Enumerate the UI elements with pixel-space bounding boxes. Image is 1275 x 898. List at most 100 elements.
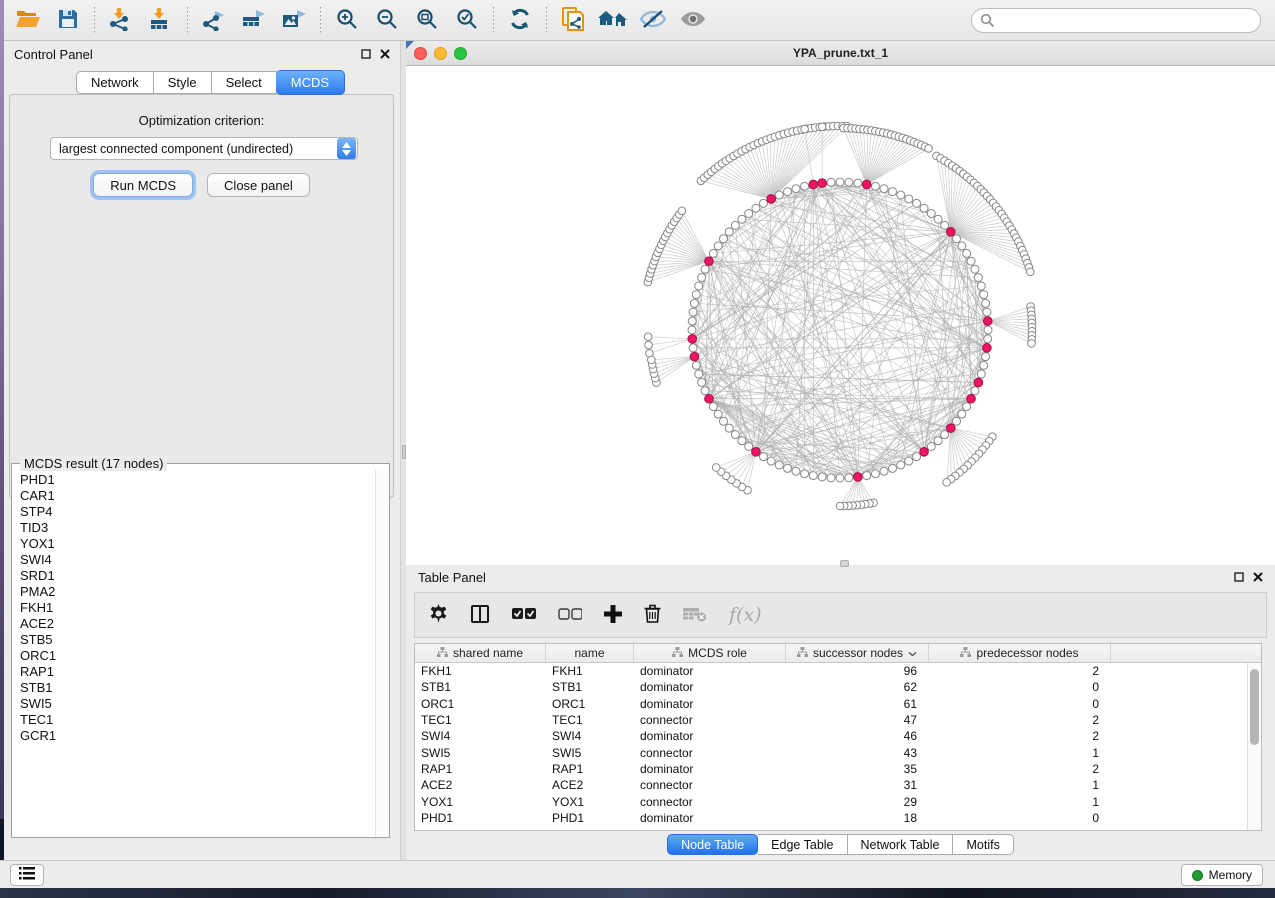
cell-MCDS-role: dominator [634,697,786,711]
mcds-result-list[interactable]: PHD1CAR1STP4TID3YOX1SWI4SRD1PMA2FKH1ACE2… [13,470,375,836]
table-row[interactable]: SWI5SWI5connector431 [415,744,1261,760]
mcds-list-scrollbar[interactable] [375,470,388,836]
float-panel-icon[interactable] [361,47,371,62]
column-header-name[interactable]: name [546,644,634,662]
mcds-result-item[interactable]: STP4 [20,504,375,520]
clone-network-button[interactable] [553,3,593,37]
node-table: shared namenameMCDS rolesuccessor nodesp… [414,643,1262,831]
tab-style[interactable]: Style [154,71,212,94]
add-column-button[interactable] [604,605,622,626]
mcds-result-item[interactable]: ACE2 [20,616,375,632]
column-header-MCDS-role[interactable]: MCDS role [634,644,786,662]
tab-motifs[interactable]: Motifs [953,834,1013,855]
unselect-all-columns-button[interactable] [558,607,582,624]
export-network-icon [201,7,227,34]
mcds-result-item[interactable]: SWI5 [20,696,375,712]
vertical-splitter-handle[interactable] [402,445,406,459]
cell-name: SWI5 [546,746,634,760]
cell-successor-nodes: 62 [786,680,929,694]
export-table-button[interactable] [234,3,274,37]
mcds-result-item[interactable]: TID3 [20,520,375,536]
zoom-selected-button[interactable] [447,3,487,37]
memory-button[interactable]: Memory [1181,864,1263,886]
criterion-select[interactable]: largest connected component (undirected) [50,137,358,160]
select-stepper-icon [337,138,356,159]
horizontal-splitter-handle[interactable] [840,560,849,567]
clone-network-icon [560,6,586,35]
refresh-view-button[interactable] [500,3,540,37]
column-header-successor-nodes[interactable]: successor nodes [786,644,929,662]
show-columns-button[interactable] [470,604,490,627]
mcds-result-item[interactable]: SWI4 [20,552,375,568]
column-header-predecessor-nodes[interactable]: predecessor nodes [929,644,1111,662]
hide-selected-button[interactable] [633,3,673,37]
mcds-result-item[interactable]: PMA2 [20,584,375,600]
cell-predecessor-nodes: 1 [929,746,1111,760]
column-header-shared-name[interactable]: shared name [415,644,546,662]
first-neighbors-button[interactable] [593,3,633,37]
table-row[interactable]: PHD1PHD1dominator180 [415,810,1261,826]
tab-mcds[interactable]: MCDS [276,70,345,95]
mcds-result-item[interactable]: STB1 [20,680,375,696]
mcds-result-item[interactable]: STB5 [20,632,375,648]
mcds-result-item[interactable]: GCR1 [20,728,375,744]
cell-name: RAP1 [546,762,634,776]
toolbar-separator [546,7,547,33]
table-settings-button[interactable] [429,604,448,626]
table-panel: Table Panel f(x) shared namenameMCDS rol… [406,565,1275,860]
tab-network-table[interactable]: Network Table [848,834,954,855]
delete-column-button[interactable] [644,604,661,626]
zoom-in-button[interactable] [327,3,367,37]
table-row[interactable]: FKH1FKH1dominator962 [415,663,1261,679]
select-all-columns-button[interactable] [512,607,536,624]
network-canvas[interactable] [406,66,1275,565]
table-row[interactable]: ORC1ORC1dominator610 [415,696,1261,712]
zoom-out-button[interactable] [367,3,407,37]
mcds-result-item[interactable]: FKH1 [20,600,375,616]
table-row[interactable]: STB1STB1dominator620 [415,679,1261,695]
export-image-button[interactable] [274,3,314,37]
mcds-result-item[interactable]: RAP1 [20,664,375,680]
attribute-tree-icon [437,646,448,660]
mcds-result-item[interactable]: PHD1 [20,472,375,488]
search-input[interactable] [971,8,1261,33]
cell-predecessor-nodes: 1 [929,778,1111,792]
close-panel-button[interactable]: Close panel [207,173,310,197]
export-image-icon [281,7,308,34]
table-row[interactable]: YOX1YOX1connector291 [415,793,1261,809]
tab-edge-table[interactable]: Edge Table [758,834,847,855]
import-network-button[interactable] [101,3,141,37]
table-row[interactable]: SWI4SWI4dominator462 [415,728,1261,744]
close-panel-icon[interactable] [380,47,390,62]
tab-node-table[interactable]: Node Table [667,834,758,855]
table-scrollbar[interactable] [1247,663,1261,830]
mcds-result-item[interactable]: YOX1 [20,536,375,552]
table-scrollbar-thumb[interactable] [1250,669,1259,745]
mcds-result-item[interactable]: SRD1 [20,568,375,584]
cell-name: SWI4 [546,729,634,743]
sort-desc-icon [908,646,917,660]
cell-predecessor-nodes: 1 [929,795,1111,809]
cell-predecessor-nodes: 0 [929,811,1111,825]
save-session-button[interactable] [48,3,88,37]
show-all-button[interactable] [673,3,713,37]
toolbar-separator [94,7,95,33]
mcds-result-item[interactable]: TEC1 [20,712,375,728]
close-table-panel-icon[interactable] [1253,570,1263,585]
task-history-button[interactable] [10,864,44,886]
float-table-panel-icon[interactable] [1234,570,1244,585]
mcds-result-item[interactable]: CAR1 [20,488,375,504]
mcds-result-title: MCDS result (17 nodes) [20,456,167,471]
tab-network[interactable]: Network [76,71,154,94]
mcds-result-item[interactable]: ORC1 [20,648,375,664]
table-row[interactable]: TEC1TEC1connector472 [415,712,1261,728]
run-mcds-button[interactable]: Run MCDS [93,173,193,197]
table-row[interactable]: ACE2ACE2connector311 [415,777,1261,793]
zoom-fit-button[interactable] [407,3,447,37]
toolbar-separator [493,7,494,33]
open-file-button[interactable] [8,3,48,37]
export-network-button[interactable] [194,3,234,37]
table-row[interactable]: RAP1RAP1dominator352 [415,761,1261,777]
tab-select[interactable]: Select [212,71,277,94]
import-table-button[interactable] [141,3,181,37]
